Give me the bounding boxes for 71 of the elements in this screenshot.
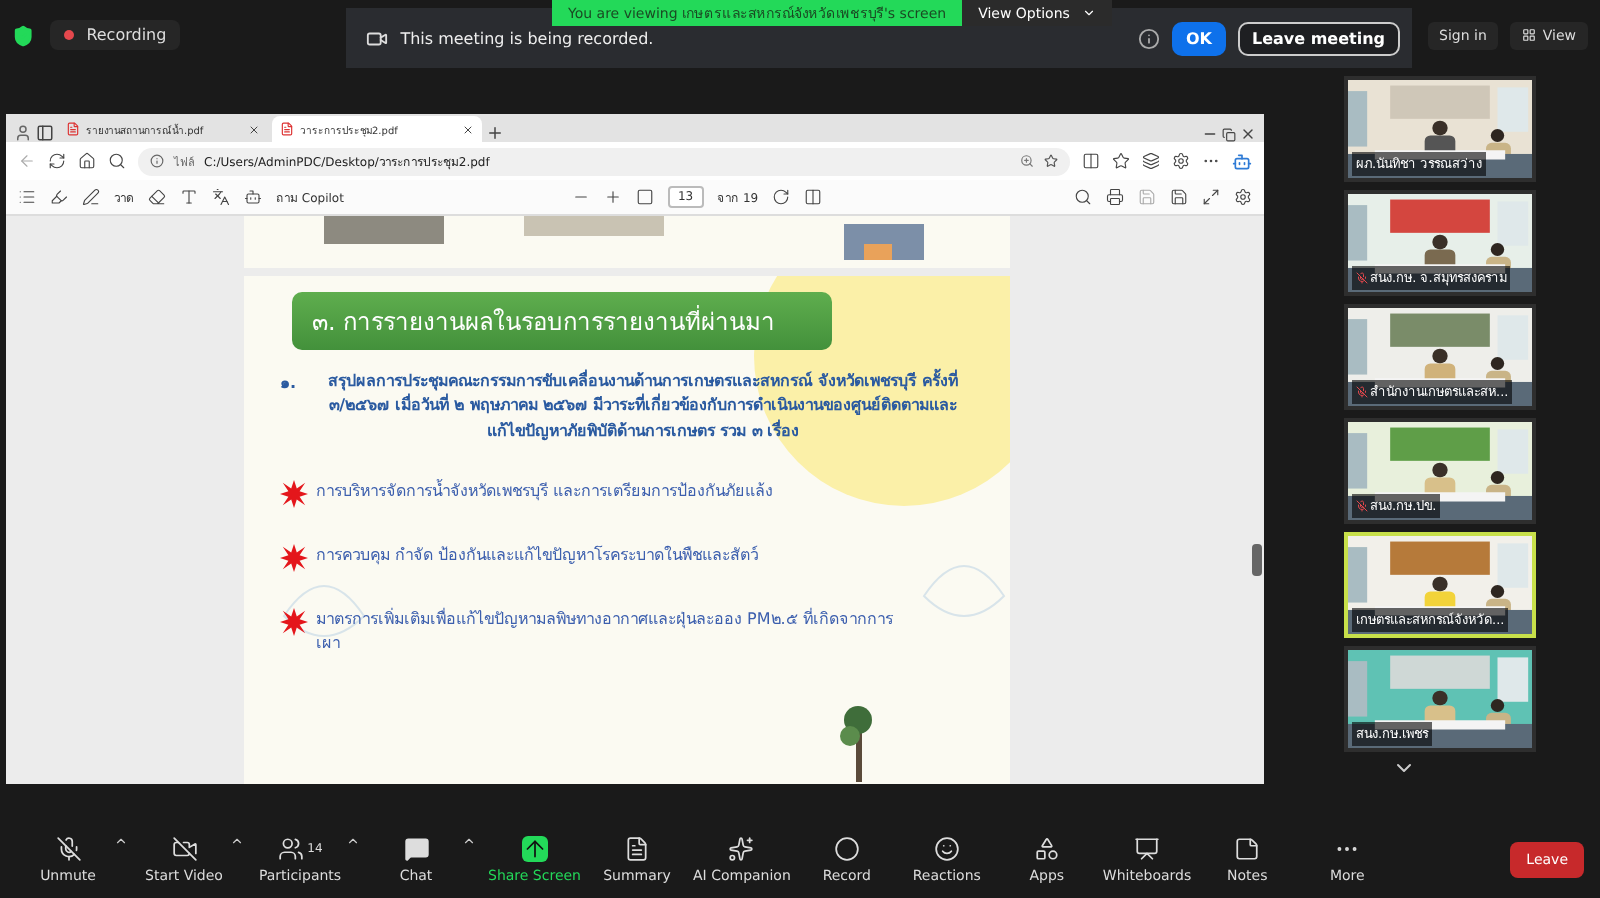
new-tab-icon[interactable] xyxy=(486,124,504,142)
print-icon[interactable] xyxy=(1106,188,1124,206)
search-icon[interactable] xyxy=(1074,188,1092,206)
whiteboard-icon xyxy=(1134,835,1161,861)
info-icon xyxy=(150,154,164,168)
favorites-icon[interactable] xyxy=(1112,152,1130,170)
caret-icon xyxy=(1081,6,1096,20)
bullet-text: การบริหารจัดการน้ำจังหวัดเพชรบุรี และการเตรียมการป้องกันภัยแล้ง xyxy=(316,480,774,505)
record-icon xyxy=(833,835,860,861)
rotate-icon[interactable] xyxy=(772,188,791,206)
reload-icon[interactable] xyxy=(48,152,66,170)
people-icon xyxy=(277,835,304,861)
caret-icon[interactable] xyxy=(462,834,476,848)
document-icon xyxy=(624,835,650,861)
page-view-icon[interactable] xyxy=(804,188,823,206)
leave-meeting-button[interactable]: Leave meeting xyxy=(1237,21,1399,55)
profile-icon[interactable] xyxy=(14,124,32,142)
home-icon[interactable] xyxy=(78,152,96,170)
sparkle-icon xyxy=(728,835,755,861)
close-icon[interactable] xyxy=(1240,126,1256,142)
save-as-icon[interactable] xyxy=(1170,188,1188,206)
highlight-icon[interactable] xyxy=(50,188,68,206)
translate-icon[interactable] xyxy=(212,188,230,206)
microphone-muted-icon xyxy=(1356,272,1368,284)
star-burst-icon xyxy=(280,544,308,573)
info-icon[interactable] xyxy=(1137,27,1160,49)
zoom-in-icon[interactable] xyxy=(603,188,622,206)
chat-icon xyxy=(403,835,429,861)
tree-drawing xyxy=(840,706,872,782)
microphone-muted-icon xyxy=(55,835,81,861)
contents-icon[interactable] xyxy=(18,188,36,206)
fit-icon[interactable] xyxy=(635,188,654,206)
restore-icon[interactable] xyxy=(1222,128,1236,142)
bullet-text: มาตรการเพิ่มเติมเพื่อแก้ไขปัญหามลพิษทางอากาศและฝุ่นละออง PM๒.๕ ที่เกิดจากการเผา xyxy=(316,608,895,657)
slide-paragraph: สรุปผลการประชุมคณะกรรมการขับเคลื่อนงานด้านการเกษตรและสหกรณ์ จังหวัดเพชรบุรี ครั้งที่ ๓/๒๕๖๗ เมื่อวันที่ ๒ พฤษภาคม ๒๕๖๗ มีวาระที่เกี่ยวข้องกับการดำเนินงานของศูนย์ติดตามและแก้ไขปัญหาภัยพิบัติด้านการเกษตร รวม ๓ เรื่อง xyxy=(326,370,960,445)
grid-icon xyxy=(1522,28,1537,42)
text-icon[interactable] xyxy=(180,188,198,206)
shield-icon xyxy=(12,23,35,47)
item-number: ๑. xyxy=(280,372,297,396)
fullscreen-icon[interactable] xyxy=(1202,188,1220,206)
microphone-muted-icon xyxy=(1356,500,1368,512)
apps-icon xyxy=(1033,835,1060,861)
ok-button[interactable]: OK xyxy=(1171,21,1226,55)
star-burst-icon xyxy=(280,608,308,637)
microphone-muted-icon xyxy=(1356,386,1368,398)
recording-indicator: Recording xyxy=(50,20,181,50)
slide-heading: ๓. การรายงานผลในรอบการรายงานที่ผ่านมา xyxy=(292,292,832,350)
caret-icon[interactable] xyxy=(230,834,244,848)
notice-text: This meeting is being recorded. xyxy=(400,29,656,47)
smiley-icon xyxy=(933,835,960,861)
star-icon[interactable] xyxy=(1044,154,1058,168)
split-icon[interactable] xyxy=(1082,152,1100,170)
draw-icon[interactable] xyxy=(82,188,100,206)
bullet-text: การควบคุม กำจัด ป้องกันและแก้ไขปัญหาโรคระบาดในพืชและสัตว์ xyxy=(316,544,759,569)
zoom-icon[interactable] xyxy=(1020,154,1034,168)
camera-icon xyxy=(366,27,389,49)
camera-off-icon xyxy=(171,835,197,861)
eraser-icon[interactable] xyxy=(148,188,166,206)
share-icon xyxy=(521,835,548,861)
close-icon[interactable] xyxy=(462,123,474,135)
pdf-icon xyxy=(280,122,294,136)
pdf-icon xyxy=(66,122,80,136)
sidebar-icon[interactable] xyxy=(36,124,54,142)
note-icon xyxy=(1234,835,1261,861)
caret-icon[interactable] xyxy=(114,834,128,848)
settings-icon[interactable] xyxy=(1234,188,1252,206)
close-icon[interactable] xyxy=(248,123,260,135)
scrollbar-thumb[interactable] xyxy=(1252,544,1262,576)
search-icon[interactable] xyxy=(108,152,126,170)
star-burst-icon xyxy=(280,480,308,509)
caret-icon[interactable] xyxy=(346,834,360,848)
